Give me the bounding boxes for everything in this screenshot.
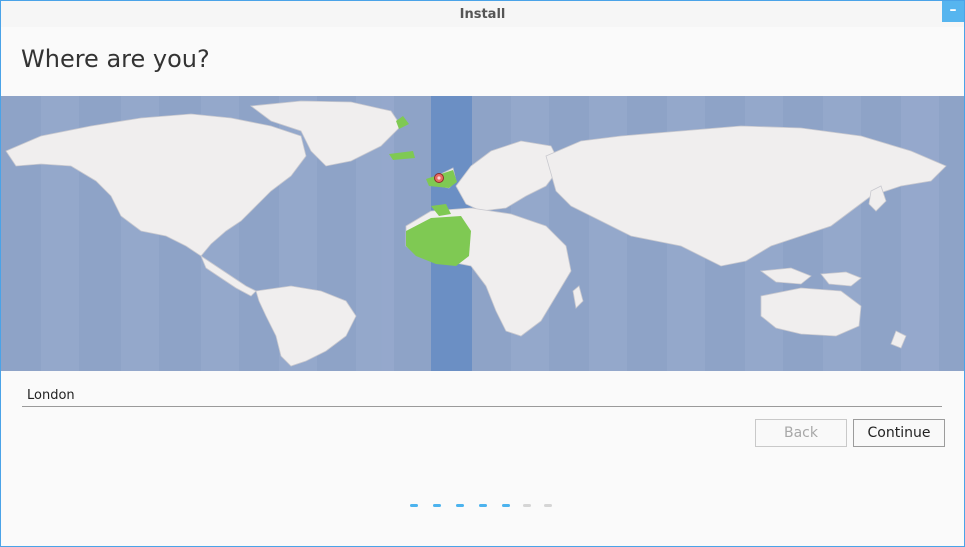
install-window: Install – Where are you? London Back Con…	[0, 0, 965, 547]
step-dot	[433, 504, 441, 507]
title-bar[interactable]: Install –	[1, 1, 964, 27]
step-dot	[544, 504, 552, 507]
back-button[interactable]: Back	[755, 419, 847, 447]
location-pin-icon	[434, 173, 444, 183]
timezone-map[interactable]	[1, 96, 964, 371]
page-title: Where are you?	[21, 45, 210, 73]
minimize-button[interactable]: –	[942, 1, 964, 22]
continue-button[interactable]: Continue	[853, 419, 945, 447]
step-dot	[456, 504, 464, 507]
location-input[interactable]	[22, 385, 942, 407]
step-dot	[410, 504, 418, 507]
step-dot	[502, 504, 510, 507]
step-dot	[523, 504, 531, 507]
window-title: Install	[459, 7, 506, 22]
step-dot	[479, 504, 487, 507]
